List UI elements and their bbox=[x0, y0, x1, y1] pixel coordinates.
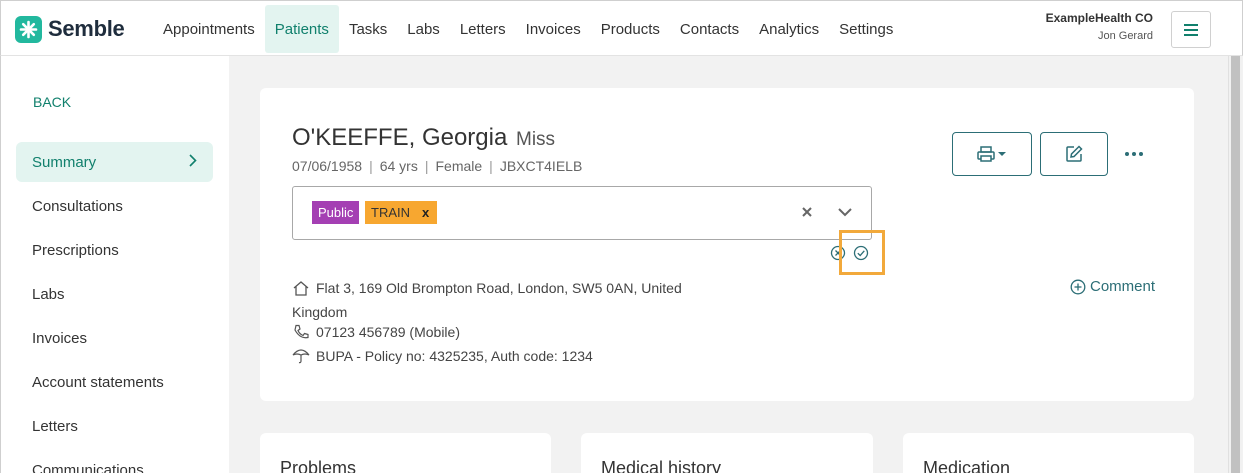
separator: | bbox=[424, 158, 429, 174]
patient-name-heading: O'KEEFFE, Georgia Miss bbox=[292, 124, 555, 152]
organization-name: ExampleHealth CO bbox=[1045, 11, 1153, 25]
edit-patient-button[interactable] bbox=[1040, 132, 1108, 176]
semble-logo-icon bbox=[15, 15, 42, 43]
sidebar-item-label: Prescriptions bbox=[32, 241, 119, 259]
patient-insurance: BUPA - Policy no: 4325235, Auth code: 12… bbox=[292, 348, 593, 364]
patient-phone: 07123 456789 (Mobile) bbox=[292, 324, 460, 340]
page-scrollbar[interactable] bbox=[1228, 56, 1242, 473]
patient-sidebar: BACK Summary Consultations Prescriptions… bbox=[0, 56, 229, 473]
patient-gender: Female bbox=[435, 158, 483, 174]
remove-label-button[interactable]: x bbox=[422, 205, 429, 220]
separator: | bbox=[489, 158, 493, 174]
umbrella-icon bbox=[292, 349, 310, 364]
sidebar-item-account-statements[interactable]: Account statements bbox=[16, 362, 213, 402]
account-info: ExampleHealth CO Jon Gerard bbox=[1046, 11, 1153, 42]
nav-contacts[interactable]: Contacts bbox=[670, 5, 749, 53]
phone-icon bbox=[294, 324, 309, 339]
cancel-circle-icon[interactable] bbox=[830, 245, 846, 261]
printer-icon bbox=[977, 146, 1006, 162]
sidebar-item-letters[interactable]: Letters bbox=[16, 406, 213, 446]
medication-title: Medication bbox=[923, 458, 1011, 473]
home-icon bbox=[293, 281, 309, 296]
user-name: Jon Gerard bbox=[1097, 30, 1153, 42]
sidebar-item-label: Summary bbox=[32, 153, 97, 171]
patient-summary-card: O'KEEFFE, Georgia Miss 07/06/1958 | 64 yrs… bbox=[260, 88, 1194, 401]
medication-card: Medication bbox=[903, 433, 1194, 473]
main-menu-button[interactable] bbox=[1171, 11, 1211, 48]
label-tag-train: TRAIN x bbox=[365, 201, 438, 224]
nav-appointments[interactable]: Appointments bbox=[153, 5, 265, 53]
add-comment-button[interactable]: Comment bbox=[1070, 278, 1155, 295]
sidebar-item-label: Letters bbox=[32, 417, 78, 435]
nav-invoices[interactable]: Invoices bbox=[516, 5, 591, 53]
brand-name: Semble bbox=[48, 16, 125, 41]
edit-icon bbox=[1066, 145, 1083, 162]
labels-select[interactable]: Public TRAIN x bbox=[292, 186, 872, 240]
comment-label: Comment bbox=[1090, 278, 1156, 295]
plus-circle-icon bbox=[1070, 279, 1086, 294]
patient-id: JBXCT4IELB bbox=[499, 158, 583, 174]
clear-icon[interactable] bbox=[799, 204, 815, 220]
sidebar-item-label: Consultations bbox=[32, 197, 123, 215]
nav-analytics[interactable]: Analytics bbox=[749, 5, 829, 53]
sidebar-item-consultations[interactable]: Consultations bbox=[16, 186, 213, 226]
scrollbar-thumb[interactable] bbox=[1231, 56, 1240, 473]
phone-text: 07123 456789 (Mobile) bbox=[316, 324, 460, 340]
main-nav: Appointments Patients Tasks Labs Letters… bbox=[153, 5, 903, 53]
address-text: Flat 3, 169 Old Brompton Road, London, S… bbox=[292, 280, 682, 320]
label-text: Public bbox=[318, 205, 354, 220]
patient-age: 64 yrs bbox=[379, 158, 418, 174]
patient-title: Miss bbox=[516, 129, 556, 150]
nav-labs[interactable]: Labs bbox=[397, 5, 450, 53]
sidebar-item-label: Labs bbox=[32, 285, 65, 303]
top-navigation-bar: Semble Appointments Patients Tasks Labs … bbox=[0, 0, 1243, 56]
more-icon bbox=[1125, 152, 1143, 156]
sidebar-item-label: Account statements bbox=[32, 373, 164, 391]
nav-tasks[interactable]: Tasks bbox=[339, 5, 397, 53]
chevron-right-icon bbox=[189, 154, 197, 167]
nav-patients[interactable]: Patients bbox=[264, 5, 339, 53]
label-text: TRAIN bbox=[371, 205, 410, 220]
nav-letters[interactable]: Letters bbox=[450, 5, 516, 53]
hamburger-icon bbox=[1184, 23, 1198, 36]
sidebar-item-label: Invoices bbox=[32, 329, 88, 347]
sidebar-item-summary[interactable]: Summary bbox=[16, 142, 213, 182]
problems-title: Problems bbox=[280, 458, 357, 473]
sidebar-item-label: Communications bbox=[32, 461, 144, 473]
medical-history-title: Medical history bbox=[601, 458, 722, 473]
chevron-down-icon[interactable] bbox=[836, 204, 854, 220]
separator: | bbox=[369, 158, 373, 174]
more-options-button[interactable] bbox=[1122, 142, 1146, 166]
sidebar-item-invoices[interactable]: Invoices bbox=[16, 318, 213, 358]
back-link[interactable]: BACK bbox=[33, 94, 71, 110]
patient-address: Flat 3, 169 Old Brompton Road, London, S… bbox=[292, 276, 712, 324]
problems-card: Problems bbox=[260, 433, 551, 473]
print-button[interactable] bbox=[952, 132, 1032, 176]
sidebar-item-communications[interactable]: Communications bbox=[16, 450, 213, 473]
semble-logo[interactable]: Semble bbox=[15, 13, 125, 45]
medical-history-card: Medical history bbox=[581, 433, 873, 473]
patient-dob: 07/06/1958 bbox=[292, 158, 363, 174]
sidebar-item-prescriptions[interactable]: Prescriptions bbox=[16, 230, 213, 270]
nav-products[interactable]: Products bbox=[591, 5, 670, 53]
label-tag-public: Public bbox=[312, 201, 360, 224]
patient-meta: 07/06/1958 | 64 yrs | Female | JBXCT4IELB bbox=[292, 158, 582, 174]
confirm-check-circle-icon[interactable] bbox=[853, 245, 869, 261]
nav-settings[interactable]: Settings bbox=[829, 5, 903, 53]
sidebar-item-labs[interactable]: Labs bbox=[16, 274, 213, 314]
patient-name: O'KEEFFE, Georgia bbox=[292, 124, 508, 151]
insurance-text: BUPA - Policy no: 4325235, Auth code: 12… bbox=[316, 348, 593, 364]
